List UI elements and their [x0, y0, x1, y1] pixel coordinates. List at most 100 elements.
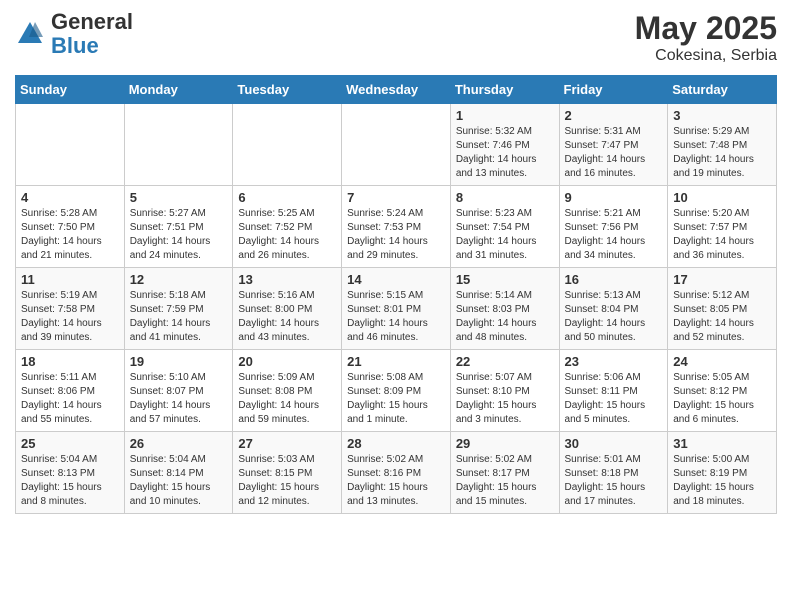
day-cell: [342, 104, 451, 186]
day-number: 4: [21, 190, 119, 205]
day-number: 15: [456, 272, 554, 287]
day-info: Sunrise: 5:12 AM Sunset: 8:05 PM Dayligh…: [673, 289, 771, 345]
day-number: 25: [21, 436, 119, 451]
day-info: Sunrise: 5:04 AM Sunset: 8:14 PM Dayligh…: [130, 453, 228, 509]
day-cell: 14 Sunrise: 5:15 AM Sunset: 8:01 PM Dayli…: [342, 268, 451, 350]
day-cell: 19Sunrise: 5:10 AM Sunset: 8:07 PM Dayli…: [124, 350, 233, 432]
day-cell: 1 Sunrise: 5:32 AM Sunset: 7:46 PM Daylig…: [450, 104, 559, 186]
day-number: 11: [21, 272, 119, 287]
day-info: Sunrise: 5:13 AM Sunset: 8:04 PM Dayligh…: [565, 289, 663, 345]
day-number: 23: [565, 354, 663, 369]
day-number: 12: [130, 272, 228, 287]
page-container: General Blue May 2025 Cokesina, Serbia S…: [0, 0, 792, 524]
day-info: Sunrise: 5:16 AM Sunset: 8:00 PM Dayligh…: [238, 289, 336, 345]
day-number: 13: [238, 272, 336, 287]
day-cell: 25 Sunrise: 5:04 AM Sunset: 8:13 PM Dayli…: [16, 432, 125, 514]
day-number: 2: [565, 108, 663, 123]
day-cell: [16, 104, 125, 186]
week-row-5: 25 Sunrise: 5:04 AM Sunset: 8:13 PM Dayli…: [16, 432, 777, 514]
day-info: Sunrise: 5:06 AM Sunset: 8:11 PM Dayligh…: [565, 371, 663, 427]
header-tuesday: Tuesday: [233, 76, 342, 104]
day-number: 24: [673, 354, 771, 369]
day-info: Sunrise: 5:32 AM Sunset: 7:46 PM Dayligh…: [456, 125, 554, 181]
header-saturday: Saturday: [668, 76, 777, 104]
day-info: Sunrise: 5:25 AM Sunset: 7:52 PM Dayligh…: [238, 207, 336, 263]
week-row-3: 11 Sunrise: 5:19 AM Sunset: 7:58 PM Dayli…: [16, 268, 777, 350]
day-number: 5: [130, 190, 228, 205]
day-info: Sunrise: 5:31 AM Sunset: 7:47 PM Dayligh…: [565, 125, 663, 181]
day-info: Sunrise: 5:01 AM Sunset: 8:18 PM Dayligh…: [565, 453, 663, 509]
day-number: 27: [238, 436, 336, 451]
day-info: Sunrise: 5:19 AM Sunset: 7:58 PM Dayligh…: [21, 289, 119, 345]
day-cell: 6 Sunrise: 5:25 AM Sunset: 7:52 PM Daylig…: [233, 186, 342, 268]
day-cell: 12 Sunrise: 5:18 AM Sunset: 7:59 PM Dayli…: [124, 268, 233, 350]
day-info: Sunrise: 5:14 AM Sunset: 8:03 PM Dayligh…: [456, 289, 554, 345]
day-cell: 26 Sunrise: 5:04 AM Sunset: 8:14 PM Dayli…: [124, 432, 233, 514]
header-sunday: Sunday: [16, 76, 125, 104]
calendar: Sunday Monday Tuesday Wednesday Thursday…: [15, 75, 777, 514]
header: General Blue May 2025 Cokesina, Serbia: [15, 10, 777, 65]
day-number: 14: [347, 272, 445, 287]
day-info: Sunrise: 5:11 AM Sunset: 8:06 PM Dayligh…: [21, 371, 119, 427]
day-number: 19: [130, 354, 228, 369]
day-info: Sunrise: 5:02 AM Sunset: 8:17 PM Dayligh…: [456, 453, 554, 509]
header-friday: Friday: [559, 76, 668, 104]
week-row-1: 1 Sunrise: 5:32 AM Sunset: 7:46 PM Daylig…: [16, 104, 777, 186]
day-cell: 31 Sunrise: 5:00 AM Sunset: 8:19 PM Dayli…: [668, 432, 777, 514]
day-cell: 22 Sunrise: 5:07 AM Sunset: 8:10 PM Dayli…: [450, 350, 559, 432]
logo-text: General Blue: [51, 10, 133, 58]
day-cell: [233, 104, 342, 186]
day-number: 17: [673, 272, 771, 287]
day-cell: 10Sunrise: 5:20 AM Sunset: 7:57 PM Dayli…: [668, 186, 777, 268]
day-info: Sunrise: 5:23 AM Sunset: 7:54 PM Dayligh…: [456, 207, 554, 263]
day-info: Sunrise: 5:20 AM Sunset: 7:57 PM Dayligh…: [673, 207, 771, 263]
day-cell: 7Sunrise: 5:24 AM Sunset: 7:53 PM Daylig…: [342, 186, 451, 268]
day-cell: 20Sunrise: 5:09 AM Sunset: 8:08 PM Dayli…: [233, 350, 342, 432]
day-number: 8: [456, 190, 554, 205]
title-block: May 2025 Cokesina, Serbia: [635, 10, 777, 65]
title-month: May 2025: [635, 10, 777, 47]
day-cell: 16 Sunrise: 5:13 AM Sunset: 8:04 PM Dayli…: [559, 268, 668, 350]
day-number: 26: [130, 436, 228, 451]
day-info: Sunrise: 5:02 AM Sunset: 8:16 PM Dayligh…: [347, 453, 445, 509]
logo-icon: [15, 19, 45, 49]
day-number: 6: [238, 190, 336, 205]
week-row-4: 18Sunrise: 5:11 AM Sunset: 8:06 PM Dayli…: [16, 350, 777, 432]
day-info: Sunrise: 5:04 AM Sunset: 8:13 PM Dayligh…: [21, 453, 119, 509]
day-cell: 24 Sunrise: 5:05 AM Sunset: 8:12 PM Dayli…: [668, 350, 777, 432]
day-info: Sunrise: 5:15 AM Sunset: 8:01 PM Dayligh…: [347, 289, 445, 345]
header-wednesday: Wednesday: [342, 76, 451, 104]
day-info: Sunrise: 5:00 AM Sunset: 8:19 PM Dayligh…: [673, 453, 771, 509]
day-number: 29: [456, 436, 554, 451]
day-number: 28: [347, 436, 445, 451]
day-info: Sunrise: 5:28 AM Sunset: 7:50 PM Dayligh…: [21, 207, 119, 263]
day-cell: 17 Sunrise: 5:12 AM Sunset: 8:05 PM Dayli…: [668, 268, 777, 350]
day-cell: 21Sunrise: 5:08 AM Sunset: 8:09 PM Dayli…: [342, 350, 451, 432]
day-cell: 13 Sunrise: 5:16 AM Sunset: 8:00 PM Dayli…: [233, 268, 342, 350]
day-number: 16: [565, 272, 663, 287]
day-cell: 5 Sunrise: 5:27 AM Sunset: 7:51 PM Daylig…: [124, 186, 233, 268]
day-info: Sunrise: 5:27 AM Sunset: 7:51 PM Dayligh…: [130, 207, 228, 263]
day-info: Sunrise: 5:08 AM Sunset: 8:09 PM Dayligh…: [347, 371, 445, 427]
day-cell: 30 Sunrise: 5:01 AM Sunset: 8:18 PM Dayli…: [559, 432, 668, 514]
day-info: Sunrise: 5:18 AM Sunset: 7:59 PM Dayligh…: [130, 289, 228, 345]
day-number: 1: [456, 108, 554, 123]
day-info: Sunrise: 5:03 AM Sunset: 8:15 PM Dayligh…: [238, 453, 336, 509]
day-number: 3: [673, 108, 771, 123]
day-cell: 2 Sunrise: 5:31 AM Sunset: 7:47 PM Daylig…: [559, 104, 668, 186]
day-cell: 18Sunrise: 5:11 AM Sunset: 8:06 PM Dayli…: [16, 350, 125, 432]
weekday-header-row: Sunday Monday Tuesday Wednesday Thursday…: [16, 76, 777, 104]
header-monday: Monday: [124, 76, 233, 104]
header-thursday: Thursday: [450, 76, 559, 104]
day-cell: 28 Sunrise: 5:02 AM Sunset: 8:16 PM Dayli…: [342, 432, 451, 514]
day-cell: 27 Sunrise: 5:03 AM Sunset: 8:15 PM Dayli…: [233, 432, 342, 514]
logo-general: General: [51, 9, 133, 34]
day-number: 22: [456, 354, 554, 369]
day-cell: 3Sunrise: 5:29 AM Sunset: 7:48 PM Daylig…: [668, 104, 777, 186]
day-info: Sunrise: 5:09 AM Sunset: 8:08 PM Dayligh…: [238, 371, 336, 427]
day-info: Sunrise: 5:07 AM Sunset: 8:10 PM Dayligh…: [456, 371, 554, 427]
day-number: 31: [673, 436, 771, 451]
day-info: Sunrise: 5:05 AM Sunset: 8:12 PM Dayligh…: [673, 371, 771, 427]
title-location: Cokesina, Serbia: [635, 47, 777, 65]
day-number: 30: [565, 436, 663, 451]
